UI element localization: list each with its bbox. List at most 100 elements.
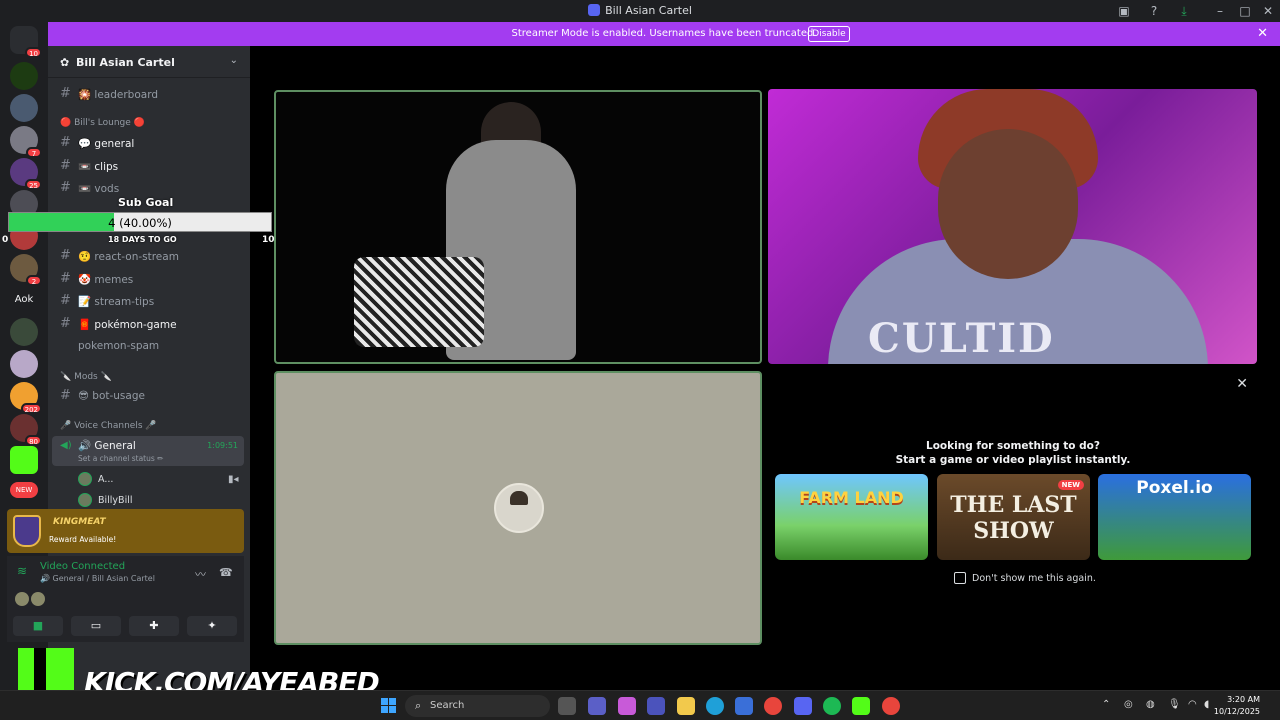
channel-status[interactable]: Set a channel status ✏ [78, 454, 163, 463]
server-icon[interactable]: 80 [10, 414, 42, 446]
screen-share-button[interactable]: ▭ [71, 616, 121, 636]
tray-overflow-icon[interactable]: ⌃ [1102, 699, 1110, 710]
game-name: THE LAST SHOW [950, 492, 1077, 544]
volume-icon[interactable]: ◖ [1204, 699, 1209, 710]
video-tile-2[interactable]: CULTID [768, 89, 1257, 364]
maximize-icon[interactable]: □ [1237, 3, 1253, 19]
server-icon[interactable]: 2 [10, 254, 42, 286]
file-explorer-icon[interactable] [677, 697, 695, 715]
server-icon[interactable] [10, 62, 38, 90]
game-card-poxel[interactable]: Poxel.io [1098, 474, 1251, 560]
home-server-icon[interactable]: 10 [10, 26, 42, 58]
close-window-icon[interactable]: ✕ [1260, 3, 1276, 19]
chrome-icon[interactable] [764, 697, 782, 715]
clock-time: 3:20 AM [1227, 695, 1260, 704]
window-title-text: Bill Asian Cartel [605, 4, 692, 17]
server-icon[interactable]: 25 [10, 158, 42, 190]
avatar [494, 483, 544, 533]
server-icon[interactable] [10, 94, 38, 122]
microphone-icon[interactable]: 🎙 [1168, 699, 1181, 710]
tray-app-icon[interactable]: ◍ [1146, 699, 1155, 710]
edge-icon[interactable] [706, 697, 724, 715]
copilot-icon[interactable] [618, 697, 636, 715]
guild-name: Bill Asian Cartel [76, 56, 175, 69]
camera-button[interactable]: ■ [13, 616, 63, 636]
server-guide-icon: ✿ [60, 56, 70, 69]
inbox-icon[interactable]: ▣ [1116, 3, 1132, 19]
minimize-icon[interactable]: – [1212, 3, 1228, 19]
channel-general[interactable]: # 💬 general [56, 133, 242, 153]
category-mods[interactable]: 🔪 Mods 🔪 [60, 372, 112, 382]
channel-leaderboard[interactable]: # 🎇 leaderboard [56, 84, 242, 104]
sub-goal-title: Sub Goal [118, 196, 174, 209]
voice-user-name: A... [98, 474, 114, 485]
category-voice[interactable]: 🎤 Voice Channels 🎤 [60, 421, 157, 431]
game-card-farm-land[interactable]: FARM LAND [775, 474, 928, 560]
channel-pokemon-game[interactable]: # 🧧 pokémon-game [56, 314, 242, 334]
disconnect-icon[interactable]: ☎ [219, 566, 233, 579]
dont-show-label[interactable]: Don't show me this again. [972, 573, 1096, 584]
category-lounge[interactable]: 🔴 Bill's Lounge 🔴 [60, 118, 145, 128]
kick-app-icon[interactable] [852, 697, 870, 715]
voice-channel-general[interactable]: ◀) 🔊 General 1:09:51 Set a channel statu… [52, 436, 244, 466]
window-title: Bill Asian Cartel [0, 4, 1280, 17]
server-badge: 7 [26, 147, 42, 158]
reward-banner[interactable]: KINGMEAT Reward Available! [7, 509, 244, 553]
server-aok[interactable]: Aok [10, 286, 38, 314]
channel-bot-usage[interactable]: # 😎 bot-usage [56, 386, 242, 406]
new-badge: NEW [1057, 480, 1084, 490]
server-icon[interactable]: 7 [10, 126, 42, 158]
close-icon[interactable]: ✕ [1236, 376, 1248, 392]
channel-stream-tips[interactable]: # 📝 stream-tips [56, 291, 242, 311]
channel-pokemon-spam[interactable]: pokemon-spam [56, 336, 242, 356]
store-icon[interactable] [735, 697, 753, 715]
channel-memes[interactable]: # 🤡 memes [56, 269, 242, 289]
server-icon[interactable] [10, 318, 38, 346]
hash-icon: # [60, 293, 71, 308]
wifi-icon[interactable]: ◠ [1188, 699, 1197, 710]
new-badge[interactable]: NEW [10, 482, 38, 498]
video-tile-1[interactable] [274, 90, 762, 364]
spotify-icon[interactable] [823, 697, 841, 715]
streamer-mode-banner: Streamer Mode is enabled. Usernames have… [48, 22, 1280, 46]
reward-title: KINGMEAT [53, 517, 106, 527]
chrome-profile-icon[interactable] [882, 697, 900, 715]
taskbar-search[interactable]: ⌕ Search [405, 695, 550, 717]
voice-status[interactable]: Video Connected [40, 561, 125, 572]
game-card-last-show[interactable]: NEW THE LAST SHOW [937, 474, 1090, 560]
windows-start-icon[interactable] [381, 698, 397, 714]
taskbar-clock[interactable]: 3:20 AM 10/12/2025 [1214, 694, 1260, 718]
server-icon[interactable] [10, 350, 38, 378]
tray-app-icon[interactable]: ◎ [1124, 699, 1133, 710]
channel-label: 🤡 memes [78, 274, 134, 286]
activity-launcher: ✕ Looking for something to do? Start a g… [768, 370, 1258, 645]
guild-header[interactable]: ✿ Bill Asian Cartel ⌄ [48, 46, 250, 78]
close-banner-icon[interactable]: ✕ [1257, 26, 1268, 41]
signal-icon: ≋ [17, 564, 28, 578]
activity-prompt-line2: Start a game or video playlist instantly… [895, 454, 1131, 466]
activity-button[interactable]: ✚ [129, 616, 179, 636]
help-icon[interactable]: ? [1146, 3, 1162, 19]
task-view-icon[interactable] [558, 697, 576, 715]
hash-icon: # [60, 316, 71, 331]
voice-location[interactable]: 🔊 General / Bill Asian Cartel [40, 574, 155, 583]
speaker-icon: ◀) [60, 440, 72, 451]
channel-label: 😎 bot-usage [78, 390, 145, 402]
hash-icon: # [60, 135, 71, 150]
chat-icon[interactable] [588, 697, 606, 715]
channel-clips[interactable]: # 📼 clips [56, 156, 242, 176]
server-icon[interactable]: 202 [10, 382, 42, 414]
dont-show-checkbox[interactable] [954, 572, 966, 584]
channel-react-on-stream[interactable]: # 🤨 react-on-stream [56, 246, 242, 266]
kick-server-icon[interactable] [10, 446, 38, 474]
discord-icon[interactable] [794, 697, 812, 715]
noise-suppression-icon[interactable]: 〰 [195, 566, 206, 582]
channel-label: 🤨 react-on-stream [78, 251, 179, 263]
download-icon[interactable]: ⤓ [1176, 3, 1192, 19]
disable-streamer-mode-button[interactable]: Disable [808, 26, 850, 42]
teams-icon[interactable] [647, 697, 665, 715]
soundboard-button[interactable]: ✦ [187, 616, 237, 636]
voice-user-name: BillyBill [98, 495, 133, 506]
video-tile-3[interactable] [274, 371, 762, 645]
chevron-down-icon[interactable]: ⌄ [230, 55, 238, 66]
